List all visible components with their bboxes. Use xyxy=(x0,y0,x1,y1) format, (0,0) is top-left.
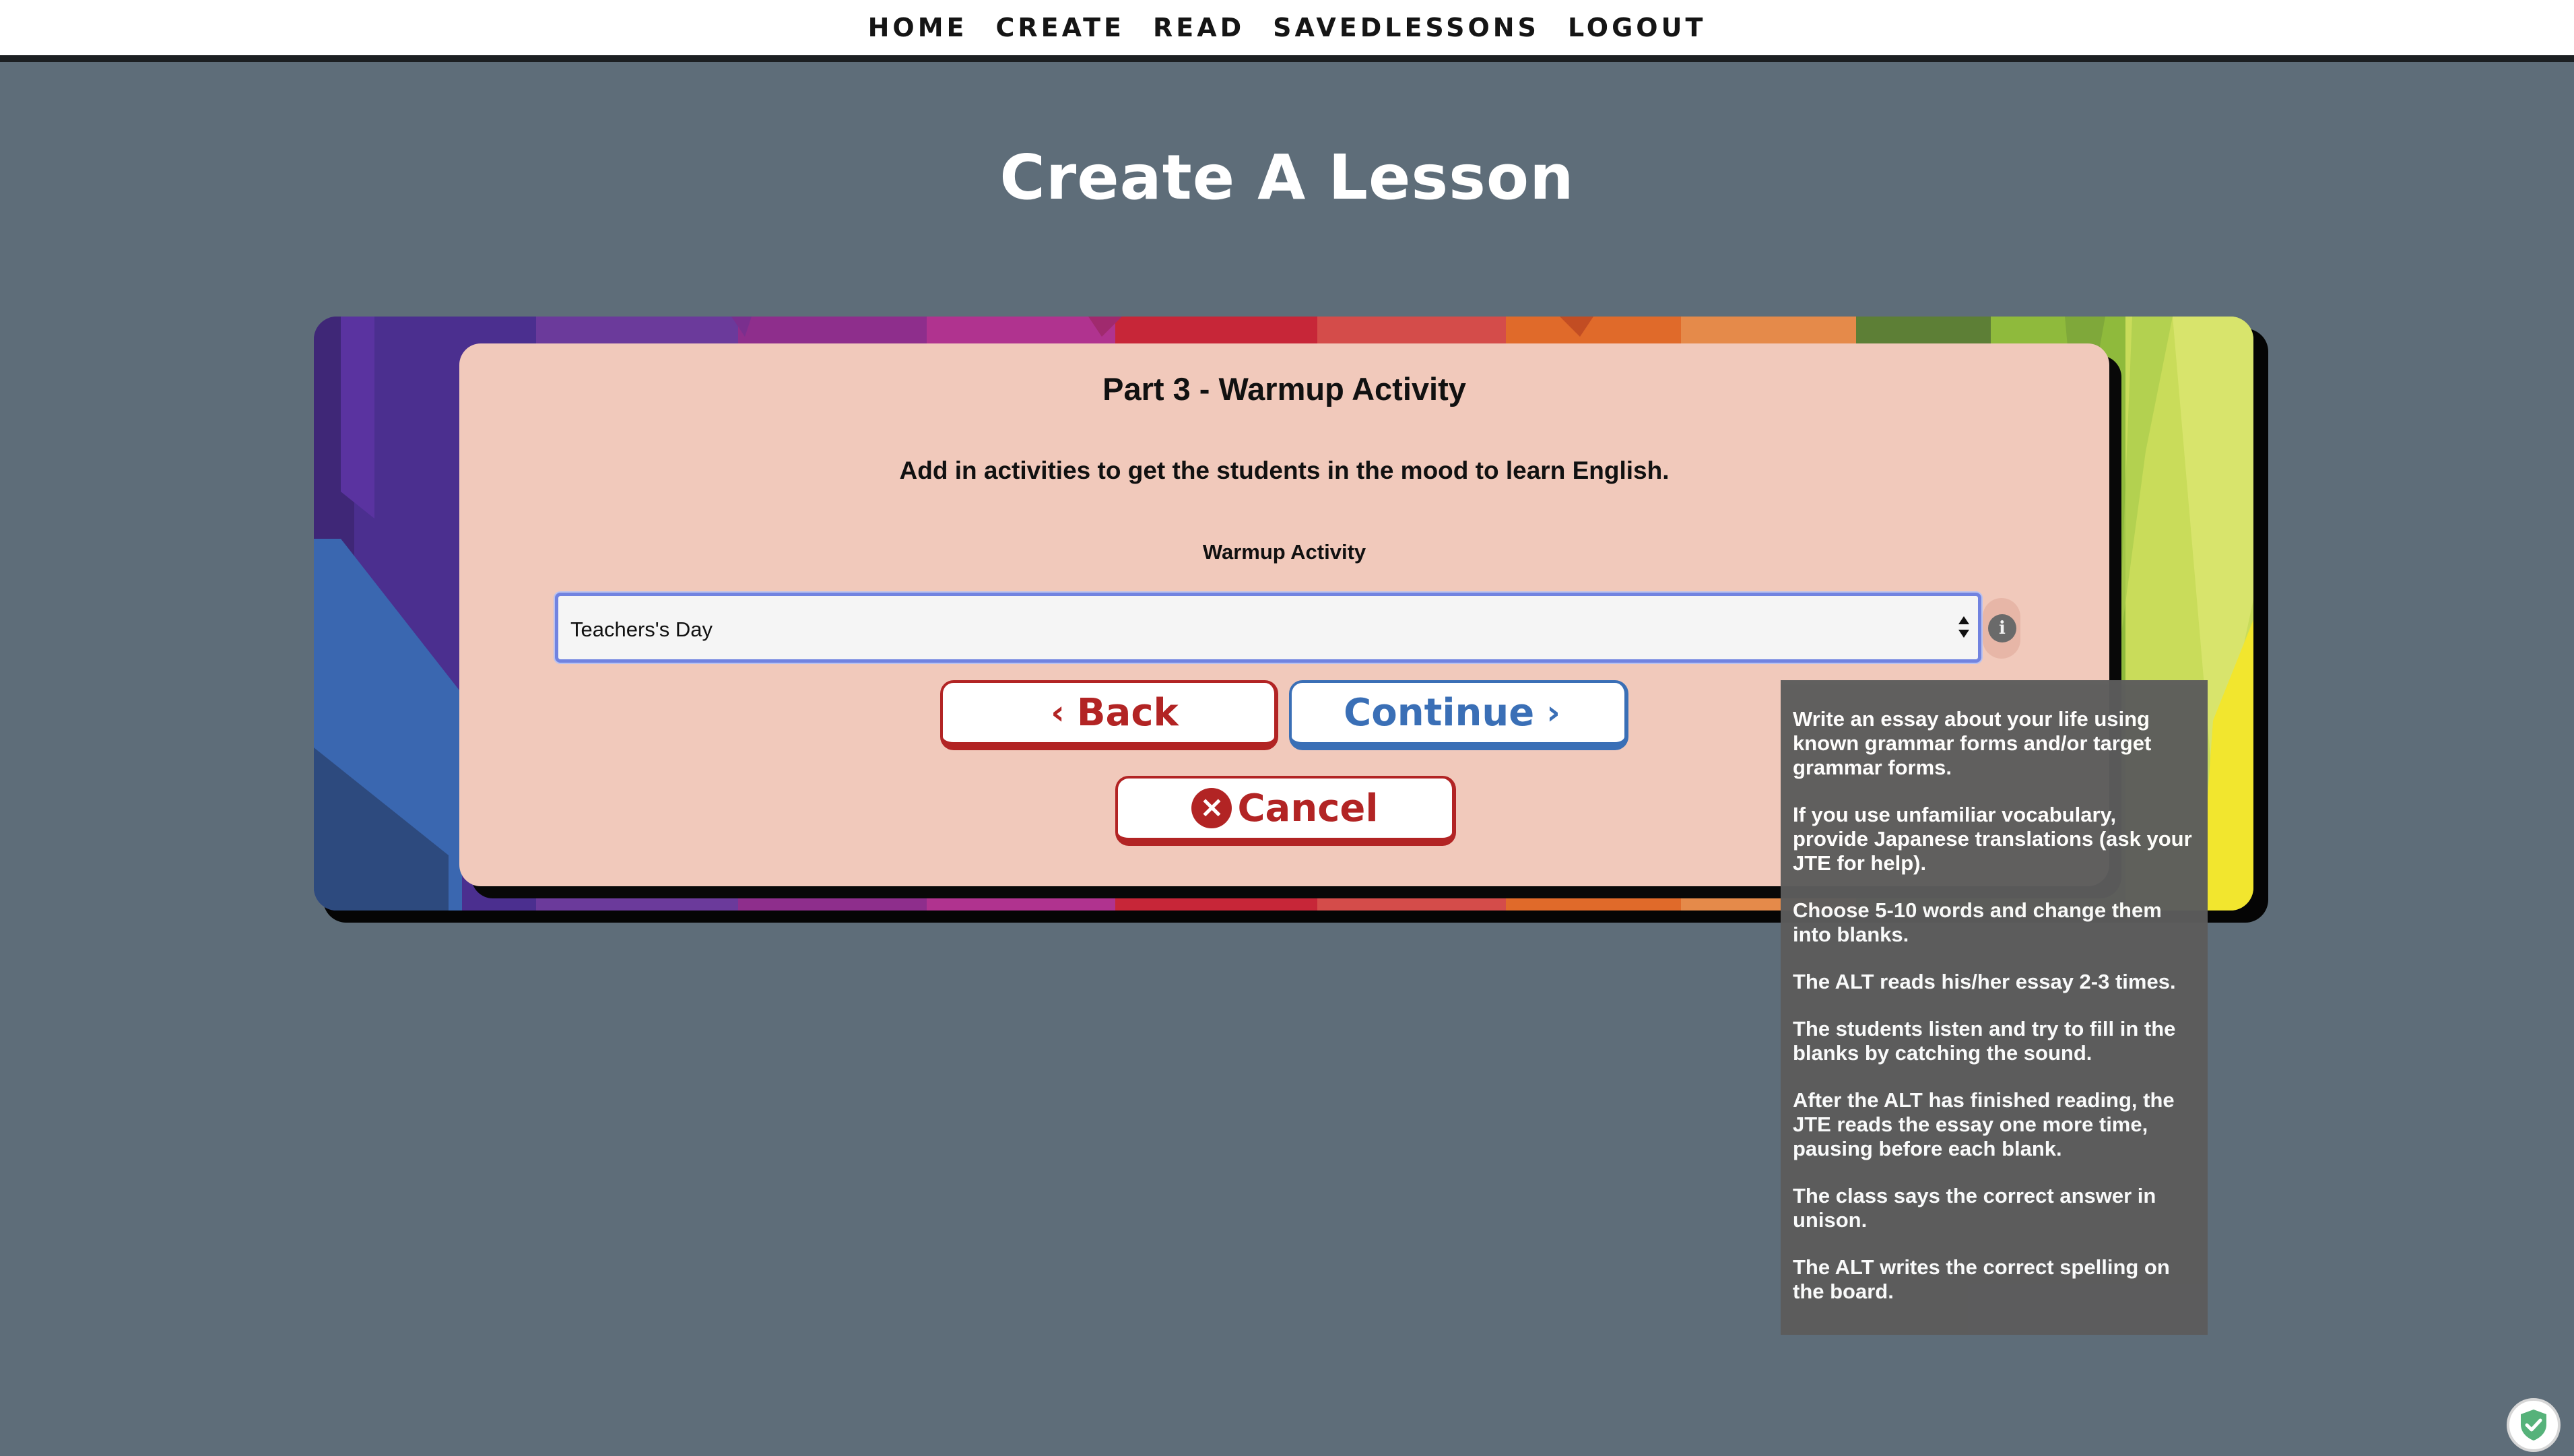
continue-button-label: Continue xyxy=(1344,690,1535,735)
tooltip-paragraph: The students listen and try to fill in t… xyxy=(1793,1017,2176,1065)
chevron-left-icon: ‹ xyxy=(1051,693,1065,732)
shield-check-glyph xyxy=(2521,1410,2546,1441)
step-description: Add in activities to get the students in… xyxy=(899,457,1670,484)
chevron-right-icon: › xyxy=(1546,693,1560,732)
info-icon[interactable]: i xyxy=(1988,614,2016,642)
tooltip-paragraph: The ALT writes the correct spelling on t… xyxy=(1793,1255,2170,1303)
page-title: Create A Lesson xyxy=(999,141,1575,213)
nav-logout[interactable]: LOGOUT xyxy=(1568,13,1706,42)
nav-home[interactable]: HOME xyxy=(868,13,968,42)
cancel-button[interactable]: × Cancel xyxy=(1115,776,1456,846)
warmup-activity-label: Warmup Activity xyxy=(1202,540,1366,564)
top-navbar: HOME CREATE READ SAVEDLESSONS LOGOUT xyxy=(0,0,2574,62)
select-value: Teachers's Day xyxy=(570,618,713,641)
step-title: Part 3 - Warmup Activity xyxy=(1102,371,1466,407)
nav-saved-lessons[interactable]: SAVEDLESSONS xyxy=(1273,13,1540,42)
tooltip-paragraph: The ALT reads his/her essay 2-3 times. xyxy=(1793,970,2176,993)
tooltip-paragraph: If you use unfamiliar vocabulary, provid… xyxy=(1793,803,2192,875)
back-button-label: Back xyxy=(1076,690,1179,735)
shield-check-icon[interactable] xyxy=(2507,1398,2561,1452)
tooltip-paragraph: Choose 5-10 words and change them into b… xyxy=(1793,898,2162,946)
warmup-activity-select[interactable]: Teachers's Day xyxy=(555,593,1981,663)
activity-info-tooltip: Write an essay about your life using kno… xyxy=(1781,680,2208,1335)
continue-button[interactable]: Continue › xyxy=(1289,680,1628,750)
cancel-button-label: Cancel xyxy=(1237,786,1379,830)
tooltip-paragraph: After the ALT has finished reading, the … xyxy=(1793,1088,2175,1160)
nav-read[interactable]: READ xyxy=(1153,13,1245,42)
select-arrows-icon xyxy=(1958,616,1969,638)
nav-create[interactable]: CREATE xyxy=(996,13,1125,42)
tooltip-paragraph: Write an essay about your life using kno… xyxy=(1793,707,2152,779)
tooltip-paragraph: The class says the correct answer in uni… xyxy=(1793,1184,2156,1232)
back-button[interactable]: ‹ Back xyxy=(940,680,1278,750)
close-circle-icon: × xyxy=(1191,788,1232,828)
